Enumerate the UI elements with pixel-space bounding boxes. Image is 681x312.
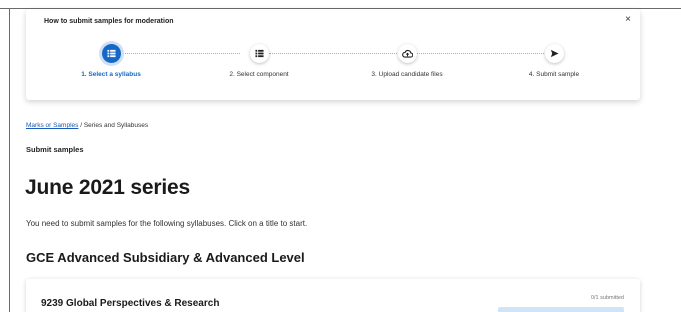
list-icon bbox=[249, 44, 269, 63]
cloud-upload-icon bbox=[397, 44, 417, 63]
step-select-syllabus[interactable]: 1. Select a syllabus bbox=[51, 44, 171, 78]
send-icon bbox=[544, 44, 564, 63]
list-icon bbox=[101, 44, 121, 63]
moderation-steps-panel: How to submit samples for moderation × 1… bbox=[26, 9, 640, 100]
panel-title: How to submit samples for moderation bbox=[44, 18, 174, 25]
step-label: 2. Select component bbox=[229, 71, 289, 78]
breadcrumb: Marks or Samples / Series and Syllabuses bbox=[26, 122, 148, 129]
intro-text: You need to submit samples for the follo… bbox=[26, 219, 308, 228]
frame-border-left bbox=[9, 8, 10, 312]
step-label: 1. Select a syllabus bbox=[81, 71, 141, 78]
page-title: June 2021 series bbox=[25, 176, 190, 199]
syllabus-card: 9239 Global Perspectives & Research 0/1 … bbox=[26, 279, 640, 312]
syllabus-action-button[interactable] bbox=[498, 307, 624, 312]
breadcrumb-current: Series and Syllabuses bbox=[83, 122, 149, 129]
step-select-component[interactable]: 2. Select component bbox=[199, 44, 319, 78]
breadcrumb-separator: / bbox=[80, 122, 82, 129]
step-submit-sample[interactable]: 4. Submit sample bbox=[494, 44, 614, 78]
section-title: GCE Advanced Subsidiary & Advanced Level bbox=[26, 250, 305, 265]
step-label: 4. Submit sample bbox=[528, 71, 580, 78]
close-button[interactable]: × bbox=[625, 15, 631, 25]
step-label: 3. Upload candidate files bbox=[371, 71, 443, 78]
page-subtitle: Submit samples bbox=[26, 145, 84, 154]
syllabus-title-link[interactable]: 9239 Global Perspectives & Research bbox=[41, 298, 219, 309]
step-upload-files[interactable]: 3. Upload candidate files bbox=[347, 44, 467, 78]
breadcrumb-link-marks-or-samples[interactable]: Marks or Samples bbox=[26, 122, 78, 129]
submission-status: 0/1 submitted bbox=[590, 295, 624, 301]
